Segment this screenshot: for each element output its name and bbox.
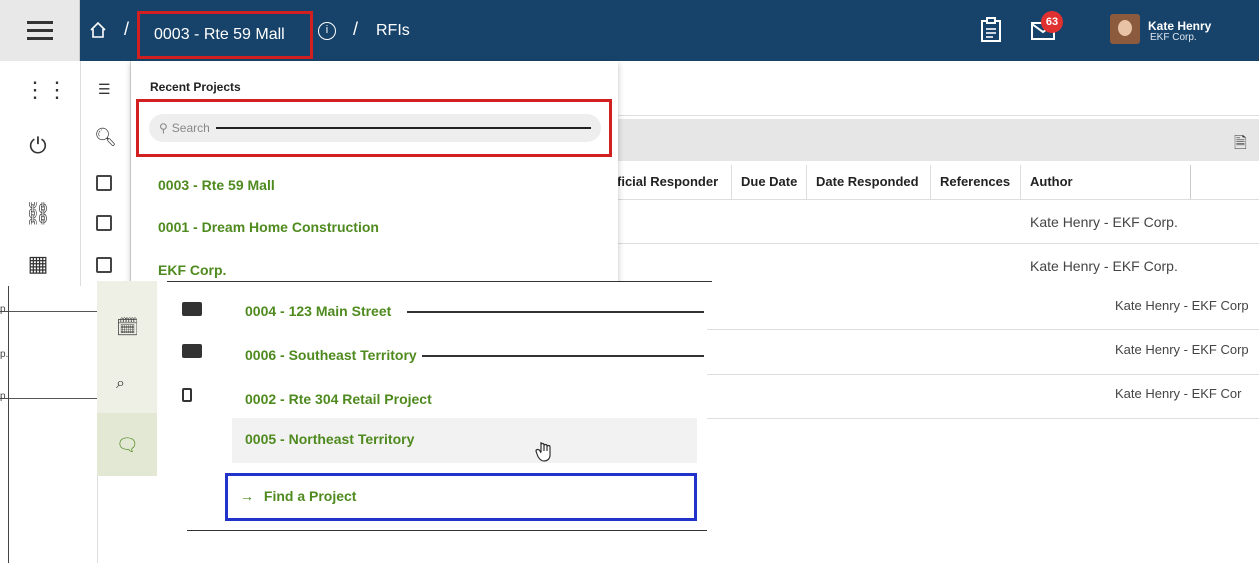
top-bar: / 0003 - Rte 59 Mall i / RFIs 63 Kate He… [0, 0, 1259, 61]
project-item[interactable]: 0004 - 123 Main Street [245, 303, 391, 319]
divider [422, 355, 704, 357]
dropdown-title: Recent Projects [150, 80, 241, 94]
avatar[interactable] [1110, 14, 1140, 44]
author-cell: Kate Henry - EKF Corp. [1030, 214, 1178, 230]
find-project-label: → Find a Project [240, 488, 357, 504]
list-view-icon[interactable]: ☰ [98, 81, 111, 98]
project-item[interactable]: 0005 - Northeast Territory [245, 431, 414, 447]
list-toolbar-column: ☰ 🔍︎ [81, 61, 131, 286]
calendar-icon[interactable]: 🗓 [116, 317, 139, 338]
hovered-project-row[interactable]: 0005 - Northeast Territory [232, 418, 697, 463]
checkbox-icon[interactable] [182, 344, 202, 358]
breadcrumb-separator: / [353, 19, 359, 39]
project-item[interactable]: 0006 - Southeast Territory [245, 347, 417, 363]
hamburger-icon [26, 16, 53, 45]
checkbox-icon[interactable] [182, 302, 202, 316]
column-divider [1190, 165, 1191, 199]
export-icon[interactable]: 🗎 [1234, 132, 1247, 159]
project-list-panel: 0004 - 123 Main Street 0006 - Southeast … [157, 281, 712, 531]
workflow-icon[interactable]: ⛓ [24, 201, 52, 229]
menu-button[interactable] [0, 0, 80, 61]
power-icon[interactable]: ⏻ [24, 133, 52, 161]
secondary-nav: 🗓 ⌕ 🗨 [97, 281, 157, 476]
column-header[interactable]: Due Date [731, 165, 806, 199]
notification-badge: 63 [1041, 11, 1063, 33]
author-cell: Kate Henry - EKF Corp. [1030, 258, 1178, 274]
column-header[interactable]: References [930, 165, 1020, 199]
chat-icon[interactable]: 🗨 [116, 435, 139, 456]
row-checkbox[interactable] [96, 257, 112, 273]
divider [167, 281, 712, 282]
info-icon[interactable]: i [318, 22, 336, 40]
divider [187, 530, 707, 531]
user-name[interactable]: Kate Henry [1148, 19, 1211, 33]
select-all-checkbox[interactable] [96, 175, 112, 191]
search-highlight: ⚲ Search [136, 99, 612, 157]
project-item[interactable]: EKF Corp. [158, 262, 226, 278]
user-org: EKF Corp. [1150, 32, 1197, 43]
project-item[interactable]: 0002 - Rte 304 Retail Project [245, 391, 432, 407]
left-sidebar: ⋮⋮ ⏻ ⛓ ▦ [0, 61, 81, 286]
apps-grid-icon[interactable]: ⋮⋮ [24, 77, 68, 105]
row-checkbox[interactable] [96, 215, 112, 231]
divider [97, 476, 98, 563]
checkbox-icon[interactable] [182, 388, 192, 402]
project-item[interactable]: 0001 - Dream Home Construction [158, 219, 379, 235]
search-icon[interactable]: 🔍︎ [94, 127, 117, 148]
breadcrumb-separator: / [124, 19, 130, 39]
dashboard-icon[interactable]: ▦ [24, 251, 52, 279]
left-edge [8, 286, 9, 563]
find-project-link[interactable]: → Find a Project [225, 473, 697, 521]
search-strip [615, 119, 1259, 161]
search-icon: ⚲ [159, 121, 168, 135]
filter-search-icon[interactable]: ⌕ [116, 375, 125, 393]
row-divider [0, 311, 97, 312]
column-header[interactable]: ficial Responder [615, 165, 731, 199]
divider [407, 311, 704, 313]
clipboard-icon[interactable] [980, 17, 1002, 43]
breadcrumb-page[interactable]: RFIs [376, 22, 410, 40]
arrow-right-icon: → [240, 488, 254, 504]
column-header[interactable]: Author [1020, 165, 1190, 199]
column-header[interactable]: Date Responded [806, 165, 930, 199]
breadcrumb-project[interactable]: 0003 - Rte 59 Mall [137, 11, 313, 59]
author-cell: Kate Henry - EKF Corp [1115, 298, 1249, 313]
recent-projects-dropdown: Recent Projects ⚲ Search 0003 - Rte 59 M… [131, 61, 618, 286]
home-icon[interactable] [88, 20, 108, 40]
project-search-input[interactable]: ⚲ Search [149, 114, 601, 142]
divider [615, 199, 1259, 200]
author-cell: Kate Henry - EKF Corp [1115, 342, 1249, 357]
divider [707, 374, 1259, 375]
project-item[interactable]: 0003 - Rte 59 Mall [158, 177, 275, 193]
divider [707, 418, 1259, 419]
divider [707, 329, 1259, 330]
divider [615, 243, 1259, 244]
search-placeholder: Search [171, 121, 210, 135]
row-divider [0, 398, 97, 399]
hand-cursor-icon [535, 442, 551, 462]
author-cell: Kate Henry - EKF Cor [1115, 386, 1242, 401]
breadcrumb-project-label: 0003 - Rte 59 Mall [154, 26, 285, 43]
